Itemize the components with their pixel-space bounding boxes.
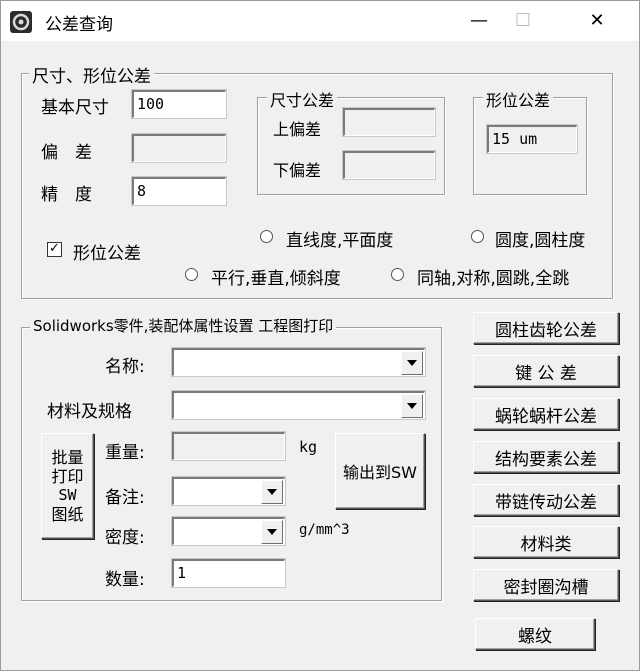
chevron-down-icon[interactable] bbox=[261, 520, 283, 544]
batch-print-line-4: 图纸 bbox=[51, 505, 84, 524]
window-title: 公差查询 bbox=[45, 15, 113, 35]
material-combobox[interactable] bbox=[171, 390, 426, 420]
seal-groove-button[interactable]: 密封圈沟槽 bbox=[473, 569, 619, 601]
main-window: 公差查询 — ☐ ✕ 尺寸、形位公差 基本尺寸 100 偏 差 精 度 8 尺寸… bbox=[0, 0, 640, 671]
weight-input[interactable] bbox=[171, 431, 286, 461]
deviation-input[interactable] bbox=[131, 133, 227, 163]
key-tolerance-button[interactable]: 键 公 差 bbox=[473, 355, 619, 387]
radio-straightness-label: 直线度,平面度 bbox=[286, 231, 394, 251]
form-tol-checkbox-label: 形位公差 bbox=[73, 244, 141, 264]
grade-label: 精 度 bbox=[41, 185, 92, 205]
density-combobox[interactable] bbox=[171, 516, 286, 546]
form-tol-value[interactable]: 15 um bbox=[486, 124, 578, 154]
radio-straightness[interactable] bbox=[260, 230, 273, 243]
batch-print-line-2: 打印 bbox=[51, 467, 84, 486]
material-button[interactable]: 材料类 bbox=[473, 526, 619, 558]
export-to-sw-button[interactable]: 输出到SW bbox=[335, 433, 425, 509]
material-label: 材料及规格 bbox=[47, 402, 132, 422]
structure-tolerance-button[interactable]: 结构要素公差 bbox=[473, 441, 619, 473]
upper-dev-input[interactable] bbox=[342, 107, 436, 137]
deviation-label: 偏 差 bbox=[41, 143, 92, 163]
thread-button[interactable]: 螺纹 bbox=[475, 618, 595, 650]
chevron-down-icon[interactable] bbox=[261, 480, 283, 504]
chevron-down-icon[interactable] bbox=[401, 394, 423, 418]
quantity-label: 数量: bbox=[105, 570, 145, 590]
worm-tolerance-button[interactable]: 蜗轮蜗杆公差 bbox=[473, 398, 619, 430]
name-combobox[interactable] bbox=[171, 347, 426, 377]
basic-size-input[interactable]: 100 bbox=[131, 89, 227, 119]
density-unit: g/mm^3 bbox=[299, 522, 350, 538]
lower-dev-input[interactable] bbox=[342, 150, 436, 180]
upper-dev-label: 上偏差 bbox=[273, 120, 322, 139]
app-logo-icon bbox=[10, 11, 32, 33]
weight-label: 重量: bbox=[105, 443, 145, 463]
radio-coaxiality-label: 同轴,对称,圆跳,全跳 bbox=[417, 269, 570, 289]
remark-combobox[interactable] bbox=[171, 476, 286, 506]
dim-tol-title: 尺寸公差 bbox=[267, 87, 338, 111]
basic-size-label: 基本尺寸 bbox=[41, 98, 109, 118]
close-button[interactable]: ✕ bbox=[577, 5, 617, 37]
title-bar: 公差查询 — ☐ ✕ bbox=[1, 1, 639, 41]
remark-label: 备注: bbox=[105, 488, 145, 508]
batch-print-line-1: 批量 bbox=[51, 448, 84, 467]
density-label: 密度: bbox=[105, 528, 145, 548]
chevron-down-icon[interactable] bbox=[401, 351, 423, 375]
radio-roundness[interactable] bbox=[471, 230, 484, 243]
form-tol-checkbox[interactable]: ✓ bbox=[47, 242, 62, 257]
minimize-button[interactable]: — bbox=[459, 5, 499, 37]
belt-chain-tolerance-button[interactable]: 带链传动公差 bbox=[473, 484, 619, 516]
lower-dev-label: 下偏差 bbox=[273, 161, 322, 180]
maximize-button[interactable]: ☐ bbox=[503, 5, 543, 37]
radio-parallelism-label: 平行,垂直,倾斜度 bbox=[211, 269, 341, 289]
name-label: 名称: bbox=[105, 357, 145, 377]
form-tol-title: 形位公差 bbox=[483, 87, 554, 111]
gear-tolerance-button[interactable]: 圆柱齿轮公差 bbox=[473, 312, 619, 344]
radio-roundness-label: 圆度,圆柱度 bbox=[495, 231, 586, 251]
weight-unit: kg bbox=[299, 438, 318, 456]
quantity-input[interactable]: 1 bbox=[171, 558, 286, 588]
grade-input[interactable]: 8 bbox=[131, 176, 227, 206]
tolerance-group-title: 尺寸、形位公差 bbox=[29, 62, 154, 87]
radio-parallelism[interactable] bbox=[185, 268, 198, 281]
sw-group-title: Solidworks零件,装配体属性设置 工程图打印 bbox=[30, 315, 337, 336]
batch-print-line-3: SW bbox=[58, 486, 77, 504]
radio-coaxiality[interactable] bbox=[391, 268, 404, 281]
batch-print-button[interactable]: 批量 打印 SW 图纸 bbox=[41, 433, 94, 539]
